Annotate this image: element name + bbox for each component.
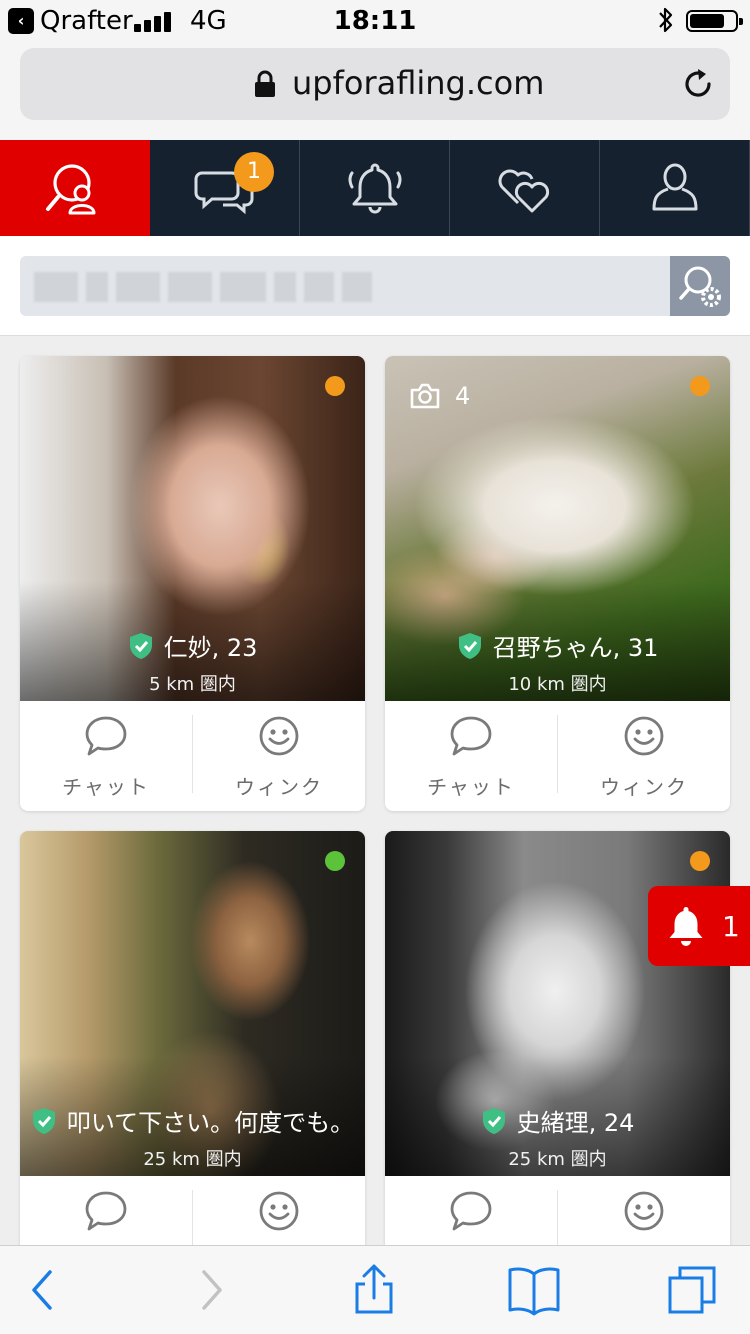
chat-label: チャット [427, 775, 515, 799]
camera-icon [410, 383, 440, 409]
browser-url-area: upforafling.com [0, 40, 750, 140]
profile-icon [652, 163, 697, 211]
chat-bubble-icon [85, 716, 127, 756]
floating-notification-button[interactable]: 1 [648, 886, 750, 966]
profile-card[interactable]: 仁妙, 23 5 km 圏内 チャット ウィンク [20, 356, 365, 811]
messages-badge: 1 [234, 152, 274, 192]
wink-button[interactable]: ウィンク [193, 701, 365, 811]
hearts-icon [498, 169, 549, 213]
reload-icon[interactable] [680, 66, 716, 102]
verified-shield-icon [129, 632, 152, 659]
tab-profile[interactable] [600, 140, 750, 236]
search-user-icon [46, 164, 96, 215]
photo-count-value: 4 [455, 382, 471, 410]
status-time: 18:11 [333, 6, 417, 36]
url-text[interactable]: upforafling.com [292, 64, 544, 102]
online-status-dot [690, 376, 710, 396]
smiley-icon [259, 716, 299, 756]
browser-toolbar [0, 1245, 750, 1334]
profile-distance: 25 km 圏内 [508, 1148, 607, 1170]
profile-distance: 25 km 圏内 [143, 1148, 242, 1170]
share-icon[interactable] [346, 1264, 402, 1316]
wink-button[interactable]: ウィンク [558, 701, 730, 811]
back-icon[interactable] [14, 1264, 70, 1316]
chat-label: チャット [62, 775, 150, 799]
battery-icon [686, 10, 743, 32]
online-status-dot [690, 851, 710, 871]
chat-button[interactable]: チャット [20, 701, 192, 811]
notification-count: 1 [722, 909, 740, 943]
chat-button[interactable]: チャット [385, 701, 557, 811]
tab-search[interactable] [0, 140, 150, 236]
profile-name-age[interactable]: 仁妙, 23 [164, 628, 258, 663]
search-input[interactable] [20, 256, 730, 316]
profile-name-age[interactable]: 召野ちゃん, 31 [493, 628, 659, 663]
search-filter-button[interactable] [670, 256, 730, 316]
smiley-icon [259, 1191, 299, 1231]
chat-bubble-icon [450, 716, 492, 756]
chat-bubble-icon [85, 1191, 127, 1231]
wink-label: ウィンク [235, 775, 323, 799]
bell-icon [348, 163, 401, 214]
tab-messages[interactable] [150, 140, 300, 236]
profile-distance: 10 km 圏内 [508, 673, 607, 695]
verified-shield-icon [482, 1107, 505, 1134]
bluetooth-icon [659, 7, 673, 33]
photo-count[interactable]: 4 [409, 382, 470, 410]
profile-name-age[interactable]: 史緒理, 24 [517, 1103, 635, 1138]
online-status-dot [325, 851, 345, 871]
lock-icon [255, 70, 275, 97]
chat-bubble-icon [450, 1191, 492, 1231]
profile-card[interactable]: 4 召野ちゃん, 31 10 km 圏内 チャット ウィンク [385, 356, 730, 811]
search-settings-icon [679, 266, 721, 307]
app-nav-bar: 1 [0, 140, 750, 236]
tab-favorites[interactable] [450, 140, 600, 236]
forward-icon[interactable] [184, 1264, 240, 1316]
bookmarks-icon[interactable] [506, 1264, 562, 1316]
profile-card[interactable]: 叩いて下さい。何度でも。 25 km 圏内 チャット ウィンク [20, 831, 365, 1286]
search-area [0, 236, 750, 336]
address-bar[interactable]: upforafling.com [20, 48, 730, 120]
verified-shield-icon [32, 1107, 55, 1134]
blurred-search-text [34, 272, 372, 302]
profile-distance: 5 km 圏内 [149, 673, 236, 695]
bell-icon [669, 907, 703, 946]
status-bar: ‹ Qrafter 4G 18:11 [0, 0, 750, 40]
online-status-dot [325, 376, 345, 396]
smiley-icon [624, 1191, 664, 1231]
tab-notifications[interactable] [300, 140, 450, 236]
profile-name-age[interactable]: 叩いて下さい。何度でも。 [67, 1103, 354, 1138]
tabs-icon[interactable] [664, 1264, 720, 1316]
verified-shield-icon [458, 632, 481, 659]
wink-label: ウィンク [600, 775, 688, 799]
smiley-icon [624, 716, 664, 756]
